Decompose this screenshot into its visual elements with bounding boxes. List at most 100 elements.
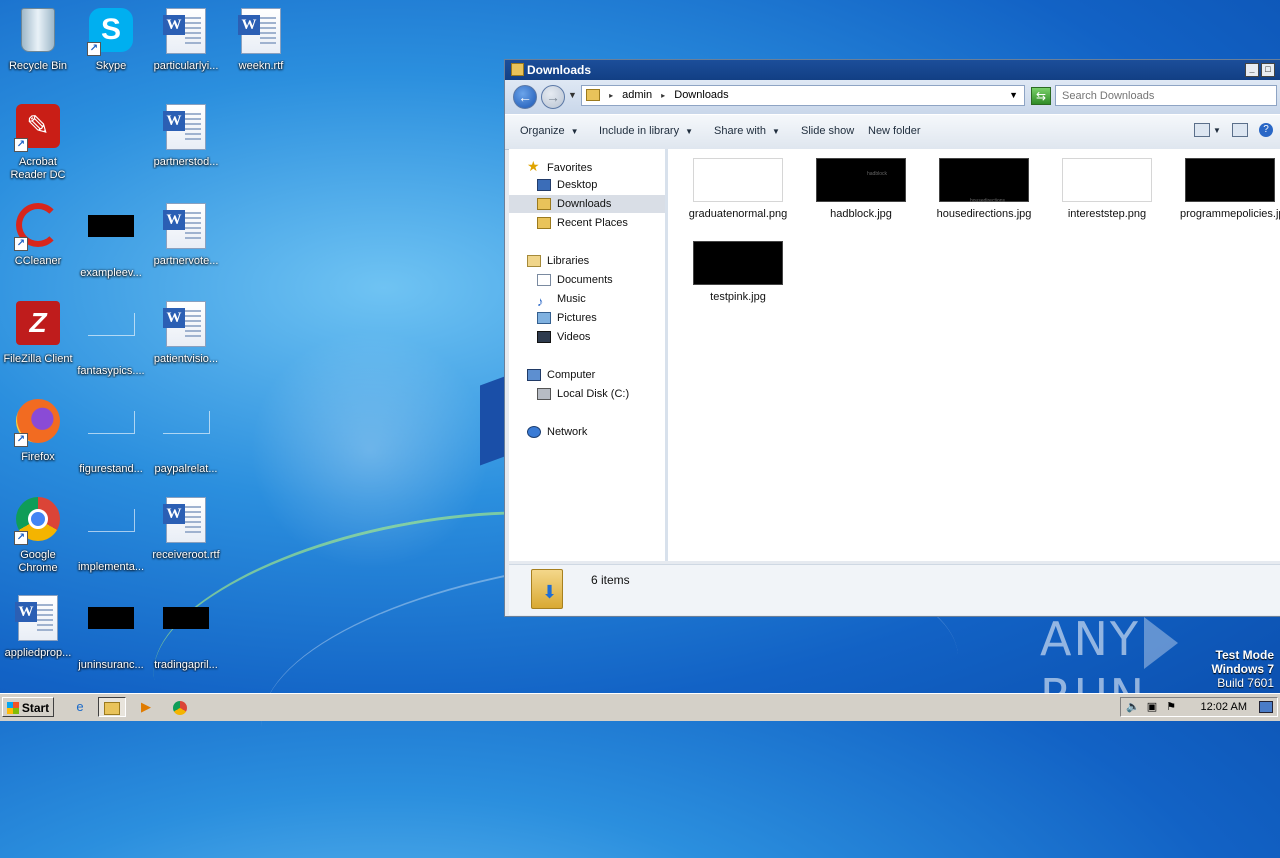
desktop-icon-skype[interactable]: S ↗ Skype: [73, 8, 149, 73]
item-count: 6 items: [591, 573, 630, 587]
refresh-button[interactable]: ⇆: [1031, 87, 1051, 105]
change-view-icon[interactable]: [1193, 123, 1210, 137]
action-center-flag-icon[interactable]: ⚑: [1164, 698, 1178, 716]
file-item[interactable]: hadblock hadblock.jpg: [811, 158, 911, 221]
desktop-icon-fantasypics[interactable]: fantasypics....: [73, 301, 149, 378]
taskbar: Start e ▶ 🔈 ▣ ⚑ 12:02 AM: [0, 693, 1280, 721]
desktop-icon-ccleaner[interactable]: ↗ CCleaner: [0, 203, 76, 268]
slide-show-button[interactable]: Slide show: [801, 125, 854, 137]
image-thumbnail: [1062, 158, 1152, 202]
desktop-icon-receiveroot[interactable]: W receiveroot.rtf: [148, 497, 224, 562]
nav-recent-places[interactable]: Recent Places: [537, 214, 628, 232]
desktop-icon-filezilla[interactable]: Z FileZilla Client: [0, 301, 76, 366]
nav-desktop[interactable]: Desktop: [537, 176, 597, 194]
window-titlebar[interactable]: Downloads _ □: [505, 60, 1280, 80]
include-in-library-button[interactable]: Include in library ▼: [599, 125, 693, 137]
recent-pages-dropdown[interactable]: ▼: [568, 90, 577, 100]
new-folder-button[interactable]: New folder: [868, 125, 921, 137]
word-document-icon: W: [238, 8, 281, 54]
windows-logo-icon: [6, 702, 19, 714]
downloads-folder-icon: [537, 198, 551, 211]
desktop-icon-tradingapril[interactable]: tradingapril...: [148, 595, 224, 672]
shortcut-arrow-icon: ↗: [14, 433, 28, 447]
file-item[interactable]: graduatenormal.png: [688, 158, 788, 221]
breadcrumb-downloads[interactable]: Downloads: [674, 89, 728, 101]
filezilla-icon: Z: [16, 301, 60, 345]
minimize-button[interactable]: _: [1245, 63, 1259, 77]
play-icon: [1143, 616, 1178, 669]
videos-icon: [537, 331, 551, 344]
image-thumbnail: [693, 241, 783, 285]
preview-pane-icon[interactable]: [1231, 123, 1248, 137]
breadcrumb-chevron-icon[interactable]: ▸: [609, 91, 613, 100]
explorer-taskbar-icon[interactable]: [98, 697, 126, 717]
window-title: Downloads: [527, 63, 592, 77]
file-item[interactable]: programmepolicies.jpg: [1180, 158, 1280, 221]
recycle-bin-icon: [21, 8, 55, 52]
nav-computer[interactable]: Computer: [527, 366, 595, 384]
clock[interactable]: 12:02 AM: [1201, 698, 1247, 716]
network-tray-icon[interactable]: ▣: [1145, 698, 1159, 716]
nav-favorites[interactable]: ★ Favorites: [527, 157, 592, 175]
desktop-icon-juninsuranc[interactable]: juninsuranc...: [73, 595, 149, 672]
show-desktop-icon[interactable]: [1259, 701, 1273, 713]
nav-music[interactable]: ♪ Music: [537, 290, 586, 309]
desktop-icon-chrome[interactable]: ↗ Google Chrome: [0, 497, 76, 575]
desktop-icon-figurestand[interactable]: figurestand...: [73, 399, 149, 476]
documents-icon: [537, 274, 551, 287]
file-item[interactable]: intereststep.png: [1057, 158, 1157, 221]
recent-places-icon: [537, 217, 551, 230]
nav-libraries[interactable]: Libraries: [527, 252, 589, 270]
command-bar: Organize ▼ Include in library ▼ Share with…: [505, 114, 1280, 150]
nav-documents[interactable]: Documents: [537, 271, 613, 289]
chrome-taskbar-icon[interactable]: [166, 697, 194, 717]
media-player-icon[interactable]: ▶: [132, 697, 160, 717]
breadcrumb-admin[interactable]: admin: [622, 89, 652, 101]
desktop-icon-particularlyi[interactable]: W particularlyi...: [148, 8, 224, 73]
desktop-icon-weekn[interactable]: W weekn.rtf: [223, 8, 299, 73]
file-item[interactable]: testpink.jpg: [688, 241, 788, 304]
shortcut-arrow-icon: ↗: [14, 531, 28, 545]
nav-downloads[interactable]: Downloads: [509, 195, 665, 213]
desktop-icon-partnervote[interactable]: W partnervote...: [148, 203, 224, 268]
system-tray: 🔈 ▣ ⚑ 12:02 AM: [1120, 697, 1278, 717]
nav-network[interactable]: Network: [527, 423, 587, 441]
desktop-icon-exampleev[interactable]: exampleev...: [73, 203, 149, 280]
nav-local-disk[interactable]: Local Disk (C:): [537, 385, 629, 403]
search-input[interactable]: [1055, 85, 1277, 106]
image-thumbnail: housedirections: [939, 158, 1029, 204]
file-item[interactable]: housedirections housedirections.jpg: [934, 158, 1034, 221]
image-file-icon: [88, 215, 134, 237]
explorer-window[interactable]: Downloads _ □ ← → ▼ ▸ admin ▸ Downloads ▼…: [504, 59, 1280, 617]
view-dropdown-icon[interactable]: ▼: [1213, 126, 1221, 135]
address-bar[interactable]: ▸ admin ▸ Downloads ▼: [581, 85, 1025, 106]
address-dropdown-icon[interactable]: ▼: [1009, 86, 1018, 105]
desktop-icon-recycle-bin[interactable]: Recycle Bin: [0, 8, 76, 73]
start-button[interactable]: Start: [2, 697, 54, 717]
image-file-icon: [87, 313, 135, 336]
navigation-pane: ★ Favorites Desktop Downloads Recent Plac…: [509, 149, 668, 561]
desktop-icon-implementa[interactable]: implementa...: [73, 497, 149, 574]
maximize-button[interactable]: □: [1261, 63, 1275, 77]
share-with-button[interactable]: Share with ▼: [714, 125, 780, 137]
help-icon[interactable]: ?: [1259, 123, 1273, 137]
desktop-icon-partnerstod[interactable]: W partnerstod...: [148, 104, 224, 169]
shortcut-arrow-icon: ↗: [14, 138, 28, 152]
breadcrumb-chevron-icon[interactable]: ▸: [661, 91, 665, 100]
desktop-icon-appliedprop[interactable]: W appliedprop...: [0, 595, 76, 660]
forward-button[interactable]: →: [541, 85, 565, 109]
chevron-down-icon: ▼: [685, 127, 694, 136]
nav-videos[interactable]: Videos: [537, 328, 590, 346]
internet-explorer-icon[interactable]: e: [66, 697, 94, 717]
desktop-icon-paypalrelat[interactable]: paypalrelat...: [148, 399, 224, 476]
desktop-icon-patientvisio[interactable]: W patientvisio...: [148, 301, 224, 366]
file-list: graduatenormal.png hadblock hadblock.jpg…: [668, 149, 1280, 561]
desktop-icon-firefox[interactable]: ↗ Firefox: [0, 399, 76, 464]
word-document-icon: W: [163, 203, 206, 249]
nav-pictures[interactable]: Pictures: [537, 309, 597, 327]
chrome-icon: [173, 700, 187, 715]
volume-icon[interactable]: 🔈: [1126, 698, 1140, 716]
desktop-icon-acrobat[interactable]: ✎ ↗ Acrobat Reader DC: [0, 104, 76, 182]
back-button[interactable]: ←: [513, 85, 537, 109]
organize-button[interactable]: Organize ▼: [520, 125, 579, 137]
